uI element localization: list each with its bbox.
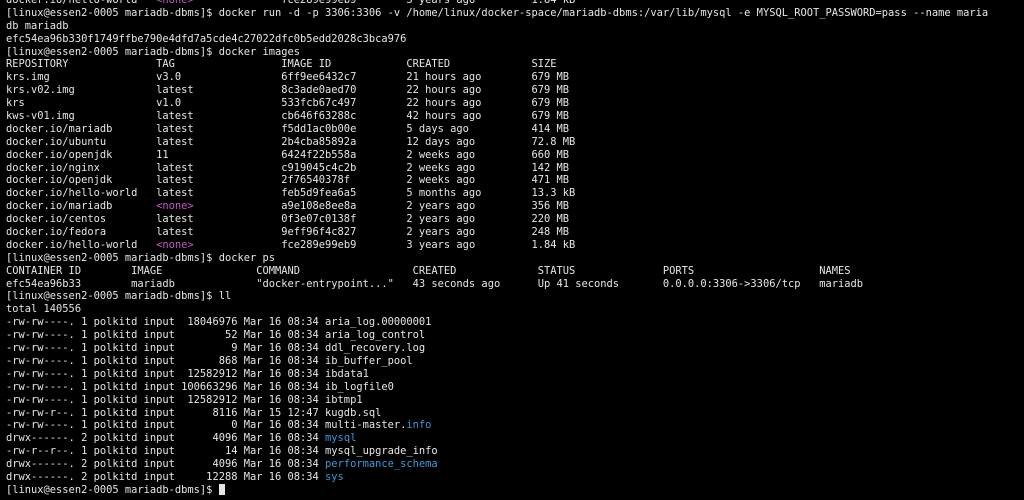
terminal-line: [linux@essen2-0005 mariadb-dbms]$ docker…	[6, 46, 1024, 59]
line-text: -rw-rw----. 1 polkitd input 9 Mar 16 08:…	[6, 342, 426, 355]
terminal-line: -rw-r--r--. 1 polkitd input 14 Mar 16 08…	[6, 445, 1024, 458]
line-text: -rw-rw----. 1 polkitd input 0 Mar 16 08:…	[6, 419, 407, 432]
terminal-line: [linux@essen2-0005 mariadb-dbms]$ ll	[6, 290, 1024, 303]
terminal-line: -rw-rw----. 1 polkitd input 868 Mar 16 0…	[6, 355, 1024, 368]
highlighted-text: performance_schema	[325, 458, 438, 471]
line-text: docker.io/mariadb latest f5dd1ac0b00e 5 …	[6, 122, 570, 135]
terminal-line: docker.io/hello-world latest feb5d9fea6a…	[6, 187, 1024, 200]
terminal-line: docker.io/mariadb <none> a9e108e8ee8a 2 …	[6, 200, 1024, 213]
terminal-line: [linux@essen2-0005 mariadb-dbms]$ docker…	[6, 252, 1024, 265]
line-text: krs.img v3.0 6ff9ee6432c7 21 hours ago 6…	[6, 71, 570, 84]
line-text: [linux@essen2-0005 mariadb-dbms]$ docker…	[6, 45, 301, 58]
line-text: total 140556	[6, 303, 82, 316]
terminal-line: -rw-rw----. 1 polkitd input 52 Mar 16 08…	[6, 329, 1024, 342]
terminal-line: docker.io/centos latest 0f3e07c0138f 2 y…	[6, 213, 1024, 226]
line-text: REPOSITORY TAG IMAGE ID CREATED SIZE	[6, 58, 557, 71]
terminal-line: efc54ea96b33 mariadb "docker-entrypoint.…	[6, 278, 1024, 291]
line-text: db mariadb	[6, 19, 69, 32]
highlighted-text: <none>	[156, 200, 194, 213]
line-text: docker.io/hello-world	[6, 238, 157, 251]
line-text: kws-v01.img latest cb646f63288c 42 hours…	[6, 110, 570, 123]
terminal-output: docker.io/hello-world <none> fce289e99eb…	[6, 0, 1024, 497]
terminal-line: drwx------. 2 polkitd input 4096 Mar 16 …	[6, 458, 1024, 471]
highlighted-text: <none>	[156, 238, 194, 251]
terminal-line: -rw-rw----. 1 polkitd input 100663296 Ma…	[6, 381, 1024, 394]
line-text: docker.io/mariadb	[6, 200, 157, 213]
line-text: [linux@essen2-0005 mariadb-dbms]$	[6, 483, 219, 496]
line-text: [linux@essen2-0005 mariadb-dbms]$ docker…	[6, 251, 275, 264]
terminal-line: docker.io/ubuntu latest 2b4cba85892a 12 …	[6, 136, 1024, 149]
terminal-line: CONTAINER ID IMAGE COMMAND CREATED STATU…	[6, 265, 1024, 278]
line-text: -rw-rw----. 1 polkitd input 12582912 Mar…	[6, 393, 363, 406]
terminal-line: krs.v02.img latest 8c3ade0aed70 22 hours…	[6, 84, 1024, 97]
line-text: a9e108e8ee8a 2 years ago 356 MB	[193, 200, 570, 213]
terminal-line: db mariadb	[6, 20, 1024, 33]
terminal-line: krs v1.0 533fcb67c497 22 hours ago 679 M…	[6, 97, 1024, 110]
line-text: -rw-rw----. 1 polkitd input 868 Mar 16 0…	[6, 354, 413, 367]
line-text: fce289e99eb9 3 years ago 1.84 kB	[193, 238, 576, 251]
terminal-line: -rw-rw----. 1 polkitd input 0 Mar 16 08:…	[6, 419, 1024, 432]
line-text: drwx------. 2 polkitd input 4096 Mar 16 …	[6, 458, 326, 471]
line-text: CONTAINER ID IMAGE COMMAND CREATED STATU…	[6, 264, 851, 277]
highlighted-text: mysql	[325, 432, 357, 445]
terminal-line: -rw-rw-r--. 1 polkitd input 8116 Mar 15 …	[6, 407, 1024, 420]
terminal-line: docker.io/hello-world <none> fce289e99eb…	[6, 239, 1024, 252]
line-text: -rw-rw-r--. 1 polkitd input 8116 Mar 15 …	[6, 406, 382, 419]
line-text: docker.io/nginx latest c919045c4c2b 2 we…	[6, 161, 570, 174]
terminal-line: -rw-rw----. 1 polkitd input 9 Mar 16 08:…	[6, 342, 1024, 355]
text-cursor	[218, 483, 225, 495]
terminal-line: total 140556	[6, 303, 1024, 316]
line-text: -rw-rw----. 1 polkitd input 18046976 Mar…	[6, 316, 432, 329]
line-text: fce289e99eb9 3 years ago 1.84 kB	[193, 0, 576, 6]
terminal-window[interactable]: docker.io/hello-world <none> fce289e99eb…	[0, 0, 1024, 500]
terminal-line: drwx------. 2 polkitd input 12288 Mar 16…	[6, 471, 1024, 484]
line-text: [linux@essen2-0005 mariadb-dbms]$ docker…	[6, 6, 989, 19]
terminal-line: -rw-rw----. 1 polkitd input 18046976 Mar…	[6, 316, 1024, 329]
line-text: krs.v02.img latest 8c3ade0aed70 22 hours…	[6, 84, 570, 97]
line-text: docker.io/hello-world latest feb5d9fea6a…	[6, 187, 576, 200]
terminal-line: [linux@essen2-0005 mariadb-dbms]$	[6, 483, 1024, 497]
highlighted-text: <none>	[156, 0, 194, 6]
line-text: -rw-rw----. 1 polkitd input 52 Mar 16 08…	[6, 329, 426, 342]
highlighted-text: sys	[325, 470, 344, 483]
terminal-line: docker.io/fedora latest 9eff96f4c827 2 y…	[6, 226, 1024, 239]
line-text: efc54ea96b330f1749ffbe790e4dfd7a5cde4c27…	[6, 32, 407, 45]
line-text: docker.io/centos latest 0f3e07c0138f 2 y…	[6, 213, 570, 226]
line-text: docker.io/fedora latest 9eff96f4c827 2 y…	[6, 226, 570, 239]
line-text: -rw-r--r--. 1 polkitd input 14 Mar 16 08…	[6, 445, 438, 458]
terminal-line: docker.io/hello-world <none> fce289e99eb…	[6, 0, 1024, 7]
terminal-line: drwx------. 2 polkitd input 4096 Mar 16 …	[6, 432, 1024, 445]
terminal-line: kws-v01.img latest cb646f63288c 42 hours…	[6, 110, 1024, 123]
highlighted-text: info	[406, 419, 432, 432]
line-text: -rw-rw----. 1 polkitd input 100663296 Ma…	[6, 380, 394, 393]
line-text: -rw-rw----. 1 polkitd input 12582912 Mar…	[6, 367, 369, 380]
line-text: docker.io/ubuntu latest 2b4cba85892a 12 …	[6, 135, 576, 148]
line-text: drwx------. 2 polkitd input 4096 Mar 16 …	[6, 432, 326, 445]
terminal-line: docker.io/nginx latest c919045c4c2b 2 we…	[6, 162, 1024, 175]
terminal-line: docker.io/openjdk latest 2f76540378f 2 w…	[6, 174, 1024, 187]
line-text: docker.io/openjdk 11 6424f22b558a 2 week…	[6, 148, 570, 161]
terminal-line: -rw-rw----. 1 polkitd input 12582912 Mar…	[6, 368, 1024, 381]
line-text: [linux@essen2-0005 mariadb-dbms]$ ll	[6, 290, 232, 303]
terminal-line: [linux@essen2-0005 mariadb-dbms]$ docker…	[6, 7, 1024, 20]
terminal-line: efc54ea96b330f1749ffbe790e4dfd7a5cde4c27…	[6, 33, 1024, 46]
terminal-line: docker.io/mariadb latest f5dd1ac0b00e 5 …	[6, 123, 1024, 136]
terminal-line: REPOSITORY TAG IMAGE ID CREATED SIZE	[6, 58, 1024, 71]
line-text: docker.io/hello-world	[6, 0, 157, 6]
line-text: krs v1.0 533fcb67c497 22 hours ago 679 M…	[6, 97, 570, 110]
line-text: drwx------. 2 polkitd input 12288 Mar 16…	[6, 470, 326, 483]
terminal-line: krs.img v3.0 6ff9ee6432c7 21 hours ago 6…	[6, 71, 1024, 84]
line-text: efc54ea96b33 mariadb "docker-entrypoint.…	[6, 277, 864, 290]
terminal-line: -rw-rw----. 1 polkitd input 12582912 Mar…	[6, 394, 1024, 407]
terminal-line: docker.io/openjdk 11 6424f22b558a 2 week…	[6, 149, 1024, 162]
line-text: docker.io/openjdk latest 2f76540378f 2 w…	[6, 174, 570, 187]
